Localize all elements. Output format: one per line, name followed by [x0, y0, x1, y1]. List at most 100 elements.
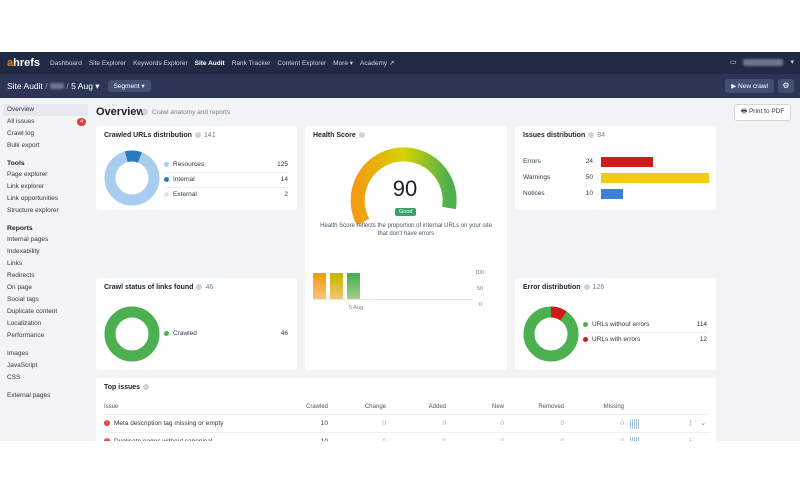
issues-count-badge: 4 [76, 118, 86, 126]
health-history-bar[interactable] [347, 273, 360, 300]
sidebar-item-redirects[interactable]: Redirects [0, 270, 91, 282]
nav-keywords-explorer[interactable]: Keywords Explorer [133, 60, 188, 67]
cell-change: 0 [328, 431, 386, 441]
sidebar-item-links[interactable]: Links [0, 258, 91, 270]
crawl-status-donut [104, 306, 160, 362]
project-name-redacted[interactable] [50, 82, 65, 89]
cell-crawled[interactable]: 10 [254, 431, 328, 441]
health-history-bar[interactable] [313, 273, 326, 300]
sidebar-heading-reports: Reports [7, 225, 33, 232]
crawl-status-card: Crawl status of links found 46 Crawled 46 [96, 278, 297, 370]
column-header-added[interactable]: Added [386, 400, 446, 414]
new-crawl-button[interactable]: ▶ New crawl [725, 79, 774, 93]
sidebar-item-bulk-export[interactable]: Bulk export [0, 140, 91, 152]
sidebar-item-internal-pages[interactable]: Internal pages [0, 234, 91, 246]
health-history-chart [313, 270, 499, 314]
chevron-down-icon[interactable]: ▾ [790, 58, 794, 66]
play-icon [142, 109, 148, 116]
chevron-down-icon[interactable]: ⌄ [700, 438, 706, 442]
sidebar-item-social-tags[interactable]: Social tags [0, 294, 91, 306]
table-row[interactable]: ! Meta description tag missing or empty 10… [104, 413, 710, 432]
print-to-pdf-button[interactable]: 🖶 Print to PDF [734, 104, 792, 121]
sidebar-item-on-page[interactable]: On page [0, 282, 91, 294]
sidebar-item-duplicate-content[interactable]: Duplicate content [0, 306, 91, 318]
help-icon[interactable] [194, 132, 201, 139]
column-header-crawled[interactable]: Crawled [254, 400, 328, 414]
column-header-removed[interactable]: Removed [504, 400, 564, 414]
help-icon[interactable] [583, 284, 590, 291]
issue-name-cell[interactable]: ! Duplicate pages without canonical [104, 431, 254, 442]
legend-value: 46 [280, 330, 288, 337]
table-row[interactable]: ! Duplicate pages without canonical 10 0 0 0 0… [104, 431, 710, 442]
sidebar-item-css[interactable]: CSS [0, 372, 91, 384]
card-count: 84 [597, 132, 606, 139]
sidebar-item-performance[interactable]: Performance [0, 330, 91, 342]
column-header-missing[interactable]: Missing [564, 400, 624, 414]
table-header-row: Issue Crawled Change Added New Removed M… [104, 400, 710, 414]
nav-dashboard[interactable]: Dashboard [50, 60, 82, 67]
trend-sparkline [630, 418, 639, 429]
ahrefs-logo[interactable]: ahrefs [7, 57, 40, 69]
sidebar-item-crawl-log[interactable]: Crawl log [0, 128, 91, 140]
segment-dropdown[interactable]: Segment ▾ [107, 80, 151, 92]
legend-value: 114 [696, 321, 707, 328]
top-navigation: ahrefs Dashboard Site Explorer Keywords … [0, 52, 800, 74]
nav-academy[interactable]: Academy ↗ [360, 59, 394, 67]
legend-with-errors: URLs with errors [583, 336, 640, 343]
nav-content-explorer[interactable]: Content Explorer [277, 60, 326, 67]
errors-label: Errors [523, 158, 541, 165]
health-history-bar[interactable] [330, 273, 343, 300]
sidebar-item-localization[interactable]: Localization [0, 318, 91, 330]
gear-icon[interactable]: ⚙ [778, 79, 794, 93]
sidebar-item-link-explorer[interactable]: Link explorer [0, 181, 91, 193]
legend-external: External [164, 191, 197, 198]
nav-more[interactable]: More ▾ [333, 59, 353, 67]
help-icon[interactable] [588, 132, 595, 139]
legend-no-errors: URLs without errors [583, 321, 649, 328]
sidebar-item-page-explorer[interactable]: Page explorer [0, 169, 91, 181]
error-distribution-donut [523, 306, 579, 362]
crawl-date-selector[interactable]: 5 Aug ▾ [71, 81, 99, 91]
monitor-icon[interactable]: ▭ [730, 58, 737, 66]
sidebar-item-label: All issues [7, 118, 35, 125]
sidebar-item-indexability[interactable]: Indexability [0, 246, 91, 258]
card-count: 141 [203, 132, 216, 139]
chevron-down-icon[interactable]: ⌄ [700, 420, 706, 427]
sidebar-item-overview[interactable]: Overview [3, 104, 88, 116]
sidebar-item-structure-explorer[interactable]: Structure explorer [0, 205, 91, 217]
row-actions: ⋮ ⌄ [687, 437, 706, 442]
overview-subtitle[interactable]: Crawl anatomy and reports [142, 109, 230, 116]
cell-added: 0 [386, 431, 446, 441]
issue-name-cell[interactable]: ! Meta description tag missing or empty [104, 413, 254, 432]
row-actions-cell: ⋮ ⌄ [624, 413, 710, 432]
sidebar-item-javascript[interactable]: JavaScript [0, 360, 91, 372]
legend-crawled: Crawled [164, 330, 197, 337]
help-icon[interactable] [196, 284, 203, 291]
column-header-change[interactable]: Change [328, 400, 386, 414]
legend-dot [583, 321, 588, 327]
column-header-issue[interactable]: Issue [104, 400, 254, 414]
account-name-redacted[interactable] [743, 58, 784, 66]
issue-name[interactable]: Meta description tag missing or empty [114, 420, 223, 427]
nav-site-explorer[interactable]: Site Explorer [89, 60, 126, 67]
cell-crawled[interactable]: 10 [254, 413, 328, 432]
card-title-text: Health Score [313, 132, 356, 139]
more-options-icon[interactable]: ⋮ [687, 438, 694, 442]
nav-site-audit[interactable]: Site Audit [195, 60, 225, 67]
more-options-icon[interactable]: ⋮ [687, 420, 694, 427]
donut-slice-resources [104, 150, 160, 206]
sidebar-item-images[interactable]: Images [0, 348, 91, 360]
sidebar-item-link-opportunities[interactable]: Link opportunities [0, 193, 91, 205]
top-issues-card: Top issues Issue Crawled Change Added Ne… [96, 378, 716, 441]
sidebar-heading-tools: Tools [7, 160, 25, 167]
sidebar-item-all-issues[interactable]: All issues 4 [0, 116, 91, 128]
help-icon[interactable] [358, 132, 365, 139]
issue-name[interactable]: Duplicate pages without canonical [114, 438, 212, 442]
sidebar-item-external-pages[interactable]: External pages [0, 390, 91, 402]
nav-rank-tracker[interactable]: Rank Tracker [232, 60, 271, 67]
account-area: ▭ ▾ [730, 58, 794, 66]
help-icon[interactable] [143, 384, 150, 391]
cell-removed: 0 [504, 431, 564, 441]
column-header-new[interactable]: New [446, 400, 504, 414]
card-title: Crawl status of links found 46 [104, 284, 213, 291]
